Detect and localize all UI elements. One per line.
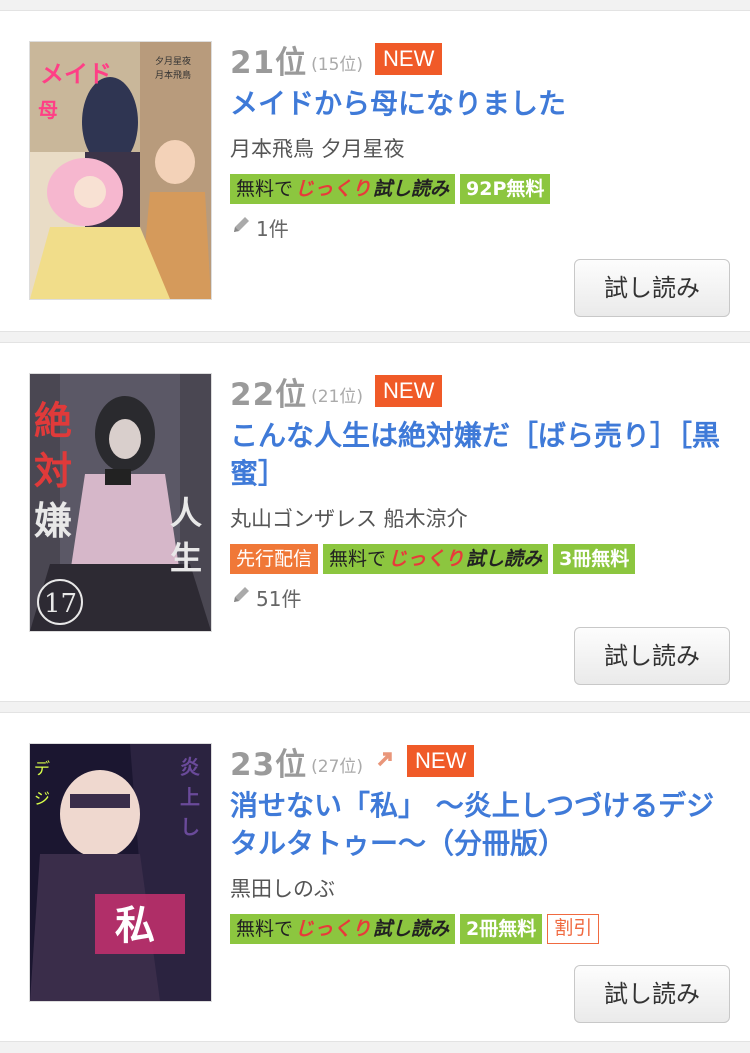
svg-text:17: 17 <box>44 589 77 619</box>
review-count-label: 1件 <box>256 217 289 241</box>
free-trial-badge: 無料で じっくり 試し読み <box>230 174 456 204</box>
svg-text:炎: 炎 <box>180 755 200 779</box>
book-cover[interactable]: 絶 対 嫌 人 生 17 <box>30 374 211 631</box>
svg-text:月本飛鳥: 月本飛鳥 <box>155 69 191 81</box>
svg-text:私: 私 <box>115 903 155 949</box>
author-names[interactable]: 月本飛鳥 夕月星夜 <box>230 133 730 163</box>
free-pages-badge: 92P無料 <box>460 174 551 204</box>
svg-text:人: 人 <box>170 494 202 532</box>
free-trial-badge: 無料で じっくり 試し読み <box>323 544 549 574</box>
review-count[interactable]: 1件 <box>230 213 730 242</box>
pencil-icon <box>230 584 252 611</box>
item-info: 23位 (27位) NEW 消せない「私」 ～炎上しつづけるデジタルタトゥー～（… <box>230 741 730 945</box>
list-item[interactable]: 私 炎 上 し デ ジ 23位 (27位) NEW 消せない「私」 ～炎上しつづ… <box>0 712 750 1042</box>
rank-label: 21位 <box>230 44 308 81</box>
svg-text:メイド: メイド <box>40 60 112 88</box>
svg-text:デ: デ <box>34 759 50 778</box>
free-trial-badge: 無料で じっくり 試し読み <box>230 914 456 944</box>
item-info: 22位 (21位) NEW こんな人生は絶対嫌だ［ばら売り］［黒蜜］ 丸山ゴンザ… <box>230 371 730 612</box>
new-badge: NEW <box>375 43 443 75</box>
trial-read-button[interactable]: 試し読み <box>574 627 730 685</box>
rank-label: 22位 <box>230 376 308 413</box>
previous-rank: (15位) <box>311 54 364 75</box>
book-title-link[interactable]: こんな人生は絶対嫌だ［ばら売り］［黒蜜］ <box>230 417 730 493</box>
item-info: 21位 (15位) NEW メイドから母になりました 月本飛鳥 夕月星夜 無料で… <box>230 39 730 242</box>
svg-text:上: 上 <box>180 785 200 809</box>
pre-release-badge: 先行配信 <box>230 544 319 574</box>
free-volumes-badge: 2冊無料 <box>460 914 543 944</box>
svg-text:夕月星夜: 夕月星夜 <box>155 55 191 67</box>
svg-text:絶: 絶 <box>34 399 72 443</box>
pencil-icon <box>230 214 252 241</box>
trial-read-button[interactable]: 試し読み <box>574 259 730 317</box>
trial-read-button[interactable]: 試し読み <box>574 965 730 1023</box>
rank-label: 23位 <box>230 746 308 783</box>
previous-rank: (21位) <box>311 386 364 407</box>
arrow-up-right-icon <box>375 749 395 775</box>
svg-text:嫌: 嫌 <box>34 499 72 543</box>
ranking-list: メイド 母 夕月星夜 月本飛鳥 21位 (15位) NEW メイドから母になりま… <box>0 0 750 1053</box>
previous-rank: (27位) <box>311 756 364 777</box>
svg-text:母: 母 <box>38 98 58 122</box>
new-badge: NEW <box>407 745 475 777</box>
free-volumes-badge: 3冊無料 <box>553 544 636 574</box>
book-cover[interactable]: 私 炎 上 し デ ジ <box>30 744 211 1001</box>
list-item[interactable]: メイド 母 夕月星夜 月本飛鳥 21位 (15位) NEW メイドから母になりま… <box>0 10 750 332</box>
new-badge: NEW <box>375 375 443 407</box>
author-names[interactable]: 黒田しのぶ <box>230 873 730 903</box>
discount-badge: 割引 <box>547 914 600 944</box>
review-count[interactable]: 51件 <box>230 583 730 612</box>
svg-text:ジ: ジ <box>34 789 50 808</box>
svg-text:対: 対 <box>34 449 72 493</box>
list-item[interactable]: 絶 対 嫌 人 生 17 22位 (21位) NEW こんな人生は絶対嫌だ［ばら… <box>0 342 750 702</box>
svg-text:し: し <box>180 815 200 839</box>
book-cover[interactable]: メイド 母 夕月星夜 月本飛鳥 <box>30 42 211 299</box>
svg-text:生: 生 <box>170 539 202 577</box>
book-title-link[interactable]: メイドから母になりました <box>230 85 730 123</box>
author-names[interactable]: 丸山ゴンザレス 船木涼介 <box>230 503 730 533</box>
review-count-label: 51件 <box>256 587 302 611</box>
book-title-link[interactable]: 消せない「私」 ～炎上しつづけるデジタルタトゥー～（分冊版） <box>230 787 730 863</box>
